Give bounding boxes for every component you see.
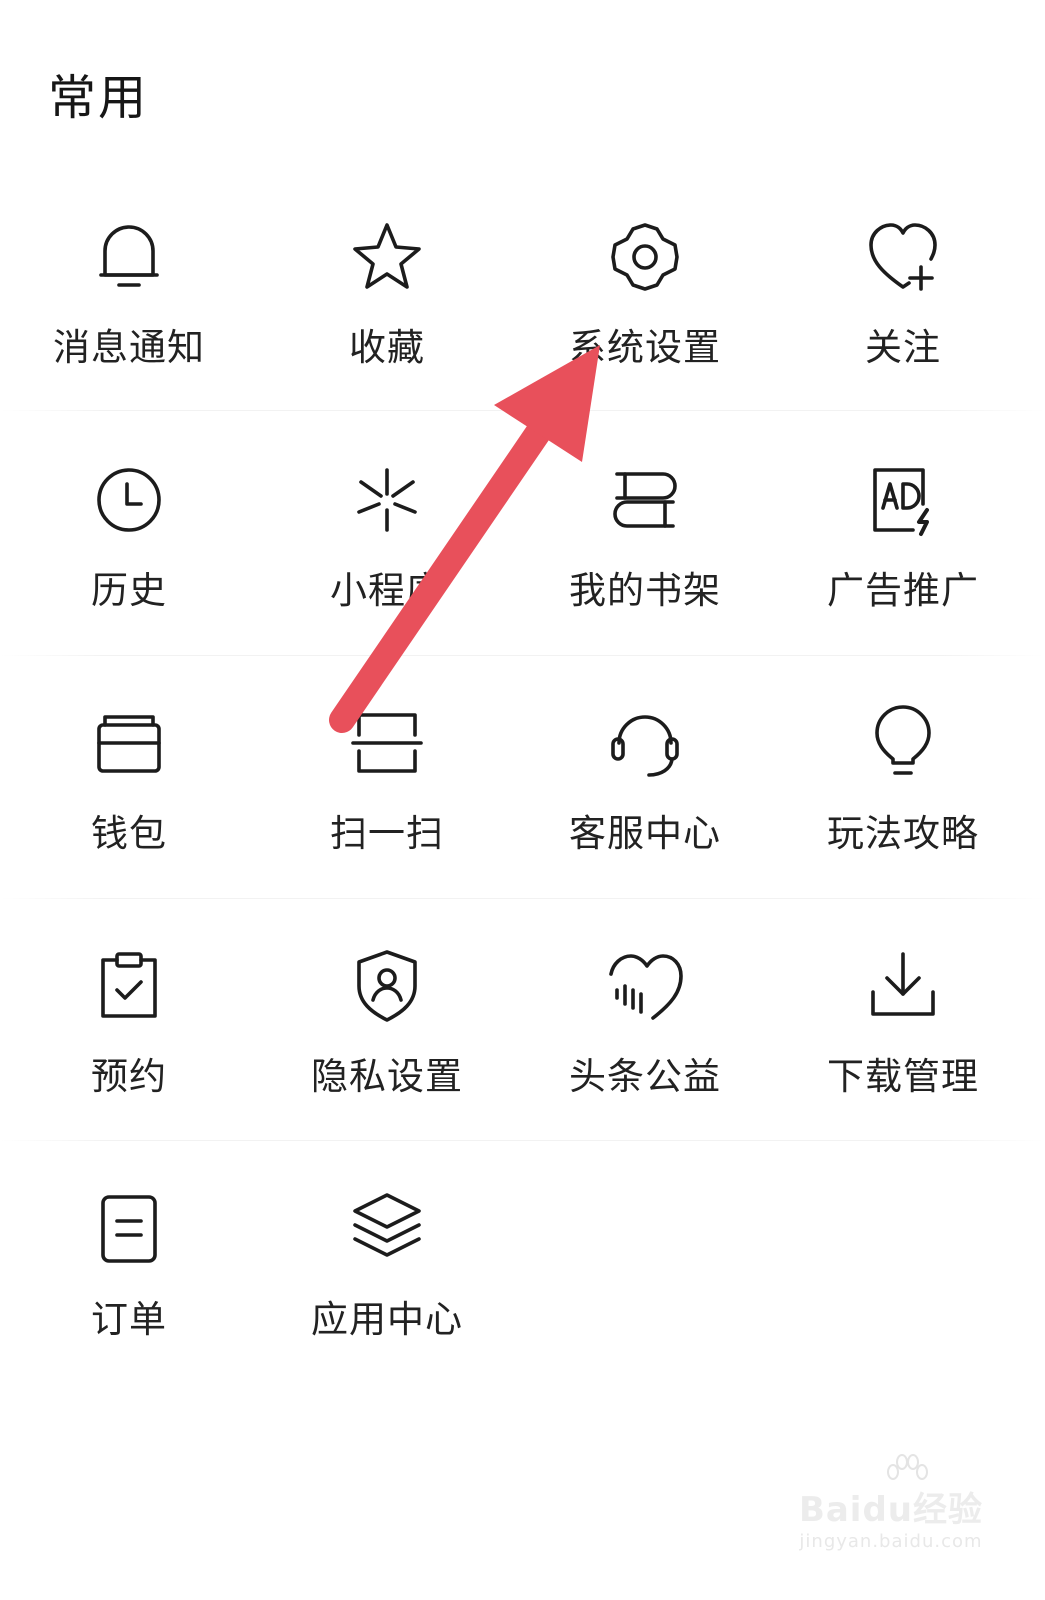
scan-icon: [345, 701, 429, 785]
item-notifications[interactable]: 消息通知: [0, 215, 258, 458]
item-label: 隐私设置: [311, 1055, 463, 1098]
item-label: 我的书架: [569, 569, 721, 612]
star-icon: [345, 215, 429, 299]
item-label: 客服中心: [569, 812, 721, 855]
download-icon: [861, 944, 945, 1028]
item-system-settings[interactable]: 系统设置: [516, 215, 774, 458]
item-toutiao-charity[interactable]: 头条公益: [516, 944, 774, 1187]
item-label: 广告推广: [827, 569, 979, 612]
item-app-center[interactable]: 应用中心: [258, 1187, 516, 1430]
item-label: 扫一扫: [330, 812, 444, 855]
item-label: 小程序: [330, 569, 444, 612]
bell-icon: [87, 215, 171, 299]
item-label: 历史: [91, 569, 167, 612]
wallet-icon: [87, 701, 171, 785]
item-label: 钱包: [91, 812, 167, 855]
item-label: 收藏: [349, 326, 425, 369]
item-label: 下载管理: [827, 1055, 979, 1098]
ad-icon: [861, 458, 945, 542]
item-download-manager[interactable]: 下载管理: [774, 944, 1032, 1187]
item-scan[interactable]: 扫一扫: [258, 701, 516, 944]
paw-icon: [886, 1454, 928, 1480]
item-mini-program[interactable]: 小程序: [258, 458, 516, 701]
item-wallet[interactable]: 钱包: [0, 701, 258, 944]
item-label: 应用中心: [311, 1298, 463, 1341]
item-follow[interactable]: 关注: [774, 215, 1032, 458]
order-icon: [87, 1187, 171, 1271]
clock-icon: [87, 458, 171, 542]
item-label: 预约: [91, 1055, 167, 1098]
item-orders[interactable]: 订单: [0, 1187, 258, 1430]
common-functions-grid: 消息通知 收藏 系统设置 关注 历史 小程序 我的书架 广告推广 钱包 扫一扫 …: [0, 215, 1045, 1430]
headset-icon: [603, 701, 687, 785]
item-history[interactable]: 历史: [0, 458, 258, 701]
charity-heart-icon: [603, 944, 687, 1028]
section-title: 常用: [48, 70, 149, 126]
baidu-jingyan-watermark: Baidu经验 jingyan.baidu.com: [799, 1454, 983, 1552]
lightbulb-icon: [861, 701, 945, 785]
item-ad-promotion[interactable]: 广告推广: [774, 458, 1032, 701]
layers-icon: [345, 1187, 429, 1271]
item-label: 消息通知: [53, 326, 205, 369]
heart-plus-icon: [861, 215, 945, 299]
item-label: 关注: [865, 326, 941, 369]
gear-icon: [603, 215, 687, 299]
item-customer-service[interactable]: 客服中心: [516, 701, 774, 944]
item-label: 玩法攻略: [827, 812, 979, 855]
item-gameplay-guide[interactable]: 玩法攻略: [774, 701, 1032, 944]
item-label: 头条公益: [569, 1055, 721, 1098]
item-privacy-settings[interactable]: 隐私设置: [258, 944, 516, 1187]
mini-program-icon: [345, 458, 429, 542]
item-reservation[interactable]: 预约: [0, 944, 258, 1187]
bookshelf-icon: [603, 458, 687, 542]
clipboard-check-icon: [87, 944, 171, 1028]
watermark-url: jingyan.baidu.com: [799, 1531, 983, 1552]
item-label: 订单: [91, 1298, 167, 1341]
item-favorites[interactable]: 收藏: [258, 215, 516, 458]
item-label: 系统设置: [569, 326, 721, 369]
shield-user-icon: [345, 944, 429, 1028]
item-bookshelf[interactable]: 我的书架: [516, 458, 774, 701]
